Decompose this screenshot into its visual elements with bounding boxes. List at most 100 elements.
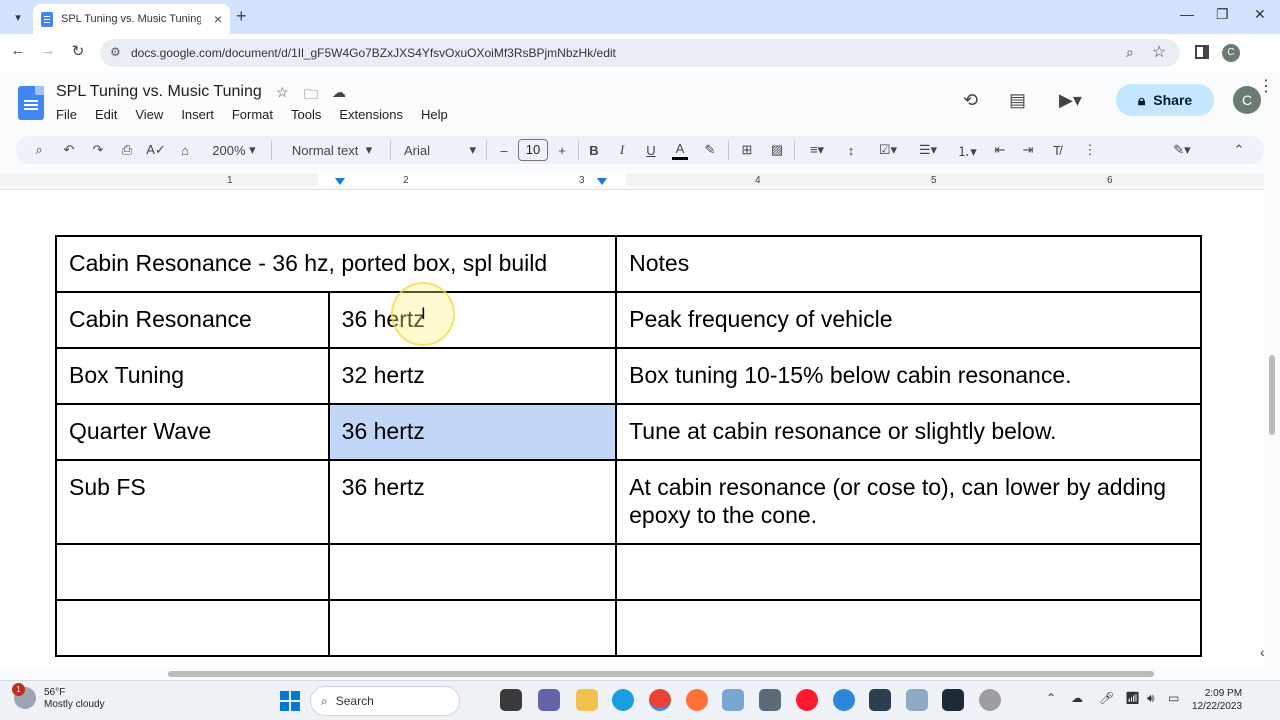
decrease-font-icon[interactable]: – — [496, 140, 512, 160]
firefox-icon[interactable] — [686, 689, 708, 711]
table-cell[interactable] — [615, 599, 1202, 657]
calculator-icon[interactable] — [759, 689, 781, 711]
star-icon[interactable]: ☆ — [276, 84, 289, 101]
menu-view[interactable]: View — [135, 107, 169, 122]
table-cell[interactable]: 36 hertz — [327, 459, 618, 545]
bulleted-list-icon[interactable]: ☰▾ — [912, 140, 944, 160]
chrome-icon[interactable] — [649, 689, 671, 711]
menu-insert[interactable]: Insert — [181, 107, 220, 122]
obs-icon[interactable] — [979, 689, 1001, 711]
clear-formatting-icon[interactable]: T̸ — [1048, 140, 1066, 160]
increase-font-icon[interactable]: + — [554, 140, 570, 160]
table-cell[interactable]: 32 hertz — [327, 347, 618, 405]
tray-overflow-icon[interactable]: ⌃ — [1046, 691, 1056, 705]
comments-icon[interactable]: ▤ — [1009, 90, 1026, 111]
side-panel-icon[interactable] — [1195, 45, 1209, 59]
italic-icon[interactable]: I — [614, 140, 630, 160]
editing-mode-icon[interactable]: ✎▾ — [1166, 140, 1198, 160]
app-icon[interactable] — [833, 689, 855, 711]
menu-tools[interactable]: Tools — [291, 107, 327, 122]
numbered-list-icon[interactable]: ⒈▾ — [951, 140, 983, 160]
bookmark-star-icon[interactable]: ☆ — [1152, 42, 1166, 62]
spellcheck-icon[interactable]: A✓ — [146, 140, 166, 160]
wifi-icon[interactable]: 📶︎ — [1125, 691, 1140, 705]
insert-image-icon[interactable]: ▨ — [768, 140, 786, 160]
checklist-icon[interactable]: ☑▾ — [872, 140, 904, 160]
teams-icon[interactable] — [538, 689, 560, 711]
left-indent-marker[interactable] — [335, 178, 345, 185]
tab-search-icon[interactable]: ▾ — [8, 7, 28, 27]
volume-icon[interactable]: 🔊︎ — [1147, 691, 1155, 706]
menu-extensions[interactable]: Extensions — [339, 107, 409, 122]
task-view-icon[interactable] — [500, 689, 522, 711]
minimize-icon[interactable]: — — [1180, 6, 1194, 22]
table-cell[interactable]: Sub FS — [55, 459, 330, 545]
print-icon[interactable]: ⎙ — [118, 140, 136, 160]
scroll-thumb[interactable] — [168, 671, 1154, 677]
maximize-icon[interactable]: ❐ — [1216, 6, 1229, 23]
site-info-icon[interactable]: ⚙ — [110, 45, 121, 59]
table-cell[interactable]: Cabin Resonance — [55, 291, 330, 349]
tab-close-icon[interactable]: × — [214, 11, 222, 27]
clock[interactable]: 2:09 PM 12/22/2023 — [1192, 687, 1242, 713]
zoom-select[interactable]: 200% ▾ — [206, 140, 262, 160]
menu-edit[interactable]: Edit — [95, 107, 123, 122]
table-cell[interactable]: Cabin Resonance - 36 hz, ported box, spl… — [54, 235, 618, 293]
docs-logo-icon[interactable] — [18, 86, 44, 120]
more-options-icon[interactable]: ⋮ — [1084, 140, 1097, 160]
browser-menu-icon[interactable]: ⋮ — [1258, 76, 1274, 96]
inkscape-icon[interactable] — [869, 689, 891, 711]
davinci-resolve-icon[interactable] — [942, 689, 964, 711]
move-folder-icon[interactable]: 🗀 — [304, 84, 318, 108]
collapse-menus-icon[interactable]: ⌃ — [1230, 140, 1248, 160]
scroll-thumb[interactable] — [1269, 355, 1275, 435]
text-color-icon[interactable]: A — [672, 140, 688, 160]
table-cell[interactable]: Box tuning 10-15% below cabin resonance. — [615, 347, 1202, 405]
snipping-tool-icon[interactable] — [906, 689, 928, 711]
style-select[interactable]: Normal text ▾ — [284, 140, 380, 160]
user-avatar[interactable]: C — [1233, 86, 1261, 114]
table-cell[interactable]: 36 hertz — [327, 291, 618, 349]
edge-icon[interactable] — [612, 689, 634, 711]
table-cell[interactable] — [327, 599, 618, 657]
weather-widget[interactable]: 1 56°F Mostly cloudy — [12, 683, 105, 711]
zoom-icon[interactable]: ⌕ — [1126, 44, 1134, 61]
underline-icon[interactable]: U — [643, 140, 659, 160]
table-cell-selected[interactable]: 36 hertz — [327, 403, 618, 461]
paint-format-icon[interactable]: ⌂ — [176, 140, 194, 160]
side-panel-toggle-icon[interactable]: ‹ — [1260, 644, 1265, 660]
table-cell[interactable]: Notes — [615, 235, 1202, 293]
search-menus-icon[interactable]: ⌕ — [30, 140, 48, 160]
decrease-indent-icon[interactable]: ⇤ — [991, 140, 1009, 160]
start-button[interactable] — [280, 691, 300, 711]
redo-icon[interactable]: ↷ — [89, 140, 107, 160]
browser-profile-avatar[interactable]: C — [1222, 44, 1240, 62]
new-tab-icon[interactable]: + — [236, 6, 247, 27]
table-cell[interactable]: Box Tuning — [55, 347, 330, 405]
browser-tab[interactable]: SPL Tuning vs. Music Tuning - G × — [33, 4, 230, 34]
cloud-saved-icon[interactable]: ☁ — [332, 84, 346, 101]
right-indent-marker[interactable] — [597, 178, 607, 185]
line-spacing-icon[interactable]: ↕ — [842, 140, 860, 160]
horizontal-scrollbar[interactable] — [0, 668, 1264, 680]
table-cell[interactable] — [55, 543, 330, 601]
menu-help[interactable]: Help — [421, 107, 454, 122]
file-explorer-icon[interactable] — [576, 689, 598, 711]
window-close-icon[interactable]: ✕ — [1254, 6, 1266, 23]
tray-app-icon[interactable]: ☁ — [1071, 691, 1083, 705]
table-cell[interactable] — [327, 543, 618, 601]
taskbar-search[interactable]: ⌕ Search — [310, 686, 460, 716]
opera-icon[interactable] — [796, 689, 818, 711]
table-cell[interactable]: Peak frequency of vehicle — [615, 291, 1202, 349]
font-size-input[interactable]: 10 — [518, 139, 548, 161]
undo-icon[interactable]: ↶ — [60, 140, 78, 160]
document-title[interactable]: SPL Tuning vs. Music Tuning — [56, 83, 262, 101]
document-page[interactable]: Cabin Resonance - 36 hz, ported box, spl… — [0, 190, 1264, 668]
table-cell[interactable]: At cabin resonance (or cose to), can low… — [615, 459, 1202, 545]
photos-icon[interactable] — [722, 689, 744, 711]
battery-icon[interactable]: ▭ — [1168, 691, 1179, 705]
version-history-icon[interactable]: ⟲ — [963, 90, 978, 111]
table-cell[interactable] — [55, 599, 330, 657]
menu-format[interactable]: Format — [232, 107, 279, 122]
table-cell[interactable] — [615, 543, 1202, 601]
